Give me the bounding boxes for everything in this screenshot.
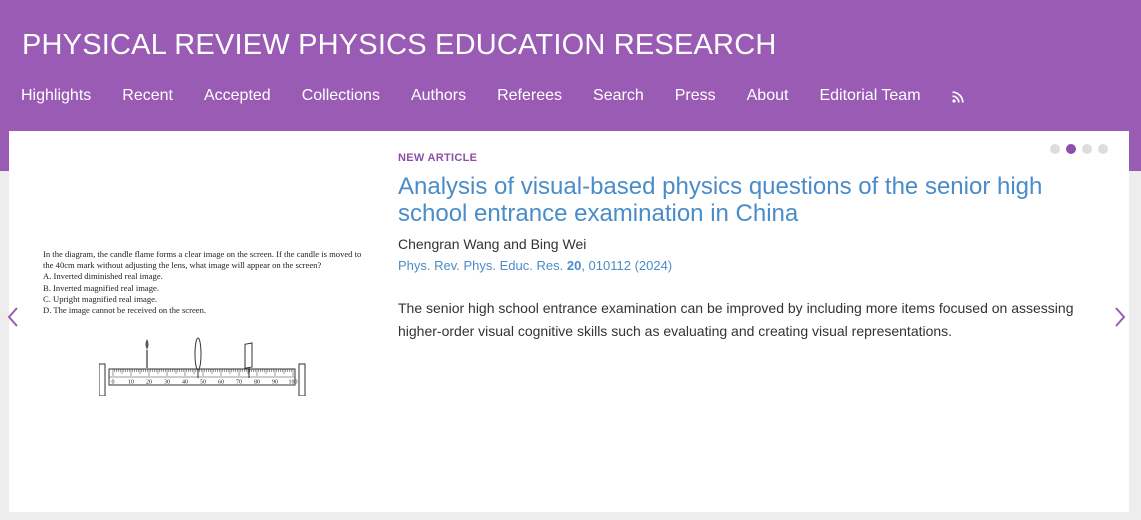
journal-title[interactable]: PHYSICAL REVIEW PHYSICS EDUCATION RESEAR…	[22, 29, 776, 62]
ruler-label: 50	[200, 380, 206, 386]
carousel-next-arrow-icon[interactable]	[1113, 306, 1127, 328]
ruler-label: 100	[289, 380, 298, 386]
ruler-ticks	[112, 369, 294, 376]
nav-recent[interactable]: Recent	[122, 87, 173, 105]
carousel-dot-4[interactable]	[1098, 144, 1108, 154]
figure-option-c: C. Upright magnified real image.	[43, 293, 158, 304]
article-abstract: The senior high school entrance examinat…	[398, 300, 1074, 339]
rss-icon[interactable]	[951, 90, 964, 103]
featured-carousel: In the diagram, the candle flame forms a…	[9, 131, 1129, 512]
article-authors: Chengran Wang and Bing Wei	[398, 236, 587, 252]
nav-search[interactable]: Search	[593, 87, 644, 105]
carousel-prev-arrow-icon[interactable]	[6, 306, 20, 328]
ruler-label: 90	[272, 380, 278, 386]
figure-question: In the diagram, the candle flame forms a…	[43, 249, 373, 316]
ruler-label: 40	[182, 380, 188, 386]
new-article-label: NEW ARTICLE	[398, 152, 478, 164]
nav-authors[interactable]: Authors	[411, 87, 466, 105]
article-citation[interactable]: Phys. Rev. Phys. Educ. Res. 20, 010112 (…	[398, 258, 672, 273]
ruler-label: 0	[112, 380, 115, 386]
nav-editorial-team[interactable]: Editorial Team	[819, 87, 920, 105]
ruler-label: 30	[164, 380, 170, 386]
citation-details: , 010112 (2024)	[581, 258, 673, 273]
carousel-dot-1[interactable]	[1050, 144, 1060, 154]
figure-option-b: B. Inverted magnified real image.	[43, 282, 159, 293]
citation-journal: Phys. Rev. Phys. Educ. Res.	[398, 258, 564, 273]
nav-accepted[interactable]: Accepted	[204, 87, 271, 105]
figure-question-text: In the diagram, the candle flame forms a…	[43, 249, 362, 271]
nav-about[interactable]: About	[747, 87, 789, 105]
ruler-label: 10	[128, 380, 134, 386]
figure-option-d: D. The image cannot be received on the s…	[43, 305, 207, 316]
nav-referees[interactable]: Referees	[497, 87, 562, 105]
optical-bench-diagram: 0 10 20 30 40 50 60 70 80 90 100	[99, 337, 306, 396]
nav-highlights[interactable]: Highlights	[21, 87, 91, 105]
ruler-label: 80	[254, 380, 260, 386]
carousel-dot-2[interactable]	[1066, 144, 1076, 154]
nav-collections[interactable]: Collections	[302, 87, 380, 105]
ruler-label: 70	[236, 380, 242, 386]
carousel-dot-3[interactable]	[1082, 144, 1092, 154]
citation-volume: 20	[566, 258, 582, 273]
carousel-dots	[1050, 144, 1114, 154]
figure-option-a: A. Inverted diminished real image.	[43, 271, 163, 282]
article-figure[interactable]: In the diagram, the candle flame forms a…	[39, 239, 379, 409]
ruler-label: 60	[218, 380, 224, 386]
nav-press[interactable]: Press	[675, 87, 716, 105]
main-nav: Highlights Recent Accepted Collections A…	[21, 87, 964, 105]
ruler-label: 20	[146, 380, 152, 386]
article-title-link[interactable]: Analysis of visual-based physics questio…	[398, 173, 1118, 227]
